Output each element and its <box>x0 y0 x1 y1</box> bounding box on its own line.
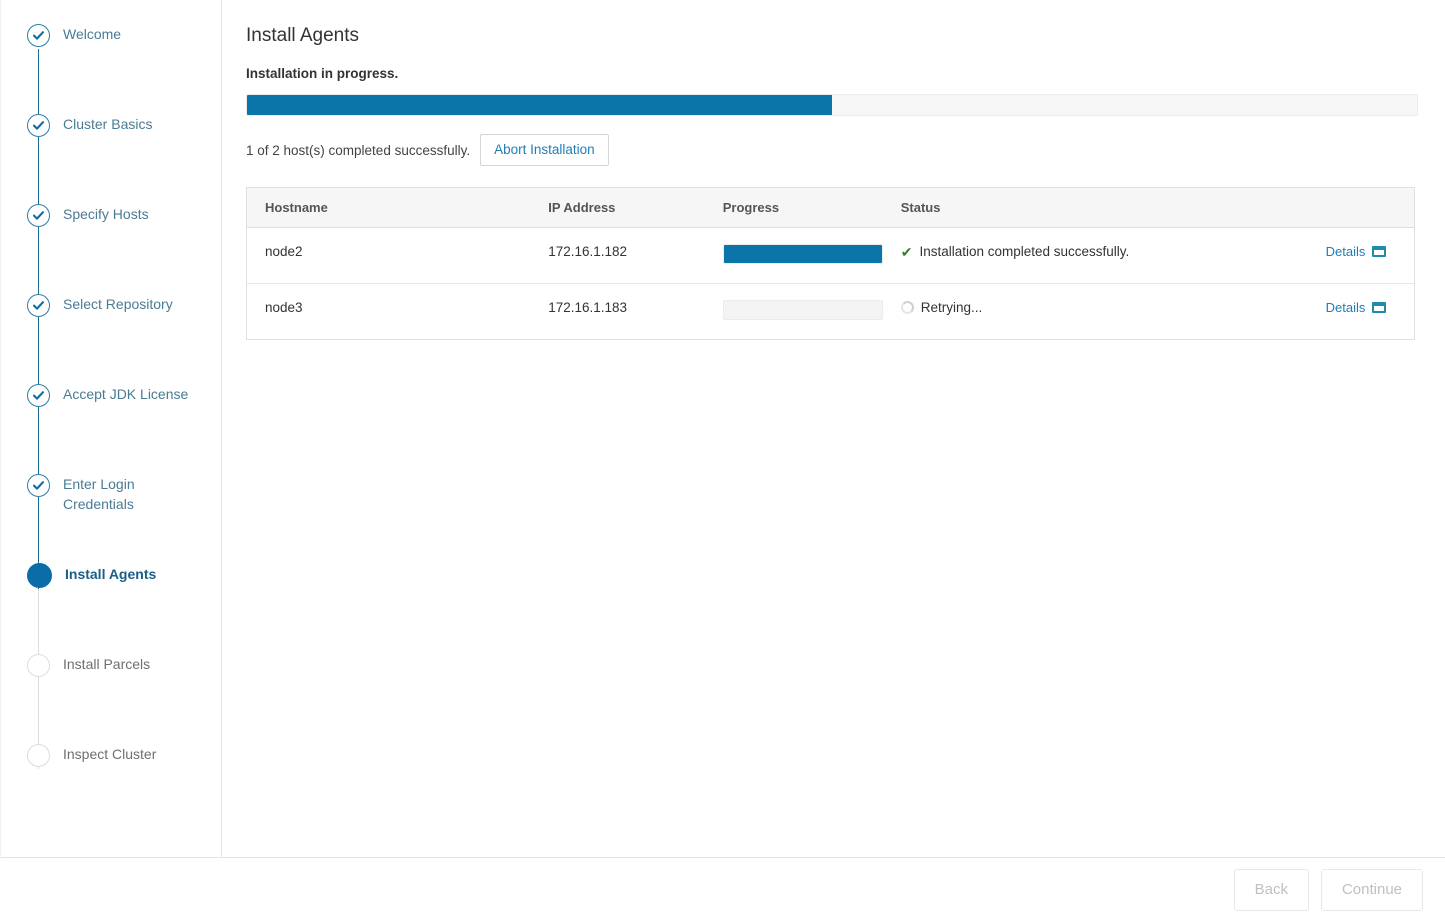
cell-ip-address: 172.16.1.183 <box>548 300 628 315</box>
overall-progress-fill <box>247 95 832 115</box>
row-progress-bar <box>722 300 883 320</box>
wizard-step-label: Cluster Basics <box>63 116 153 132</box>
page-title: Install Agents <box>246 25 360 46</box>
hosts-status-table: Hostname IP Address Progress Status node… <box>246 187 1415 340</box>
status-text: Retrying... <box>920 300 983 315</box>
details-link-label: Details <box>1325 244 1366 259</box>
cell-hostname: node2 <box>246 227 531 284</box>
continue-button[interactable]: Continue <box>1320 869 1423 911</box>
wizard-step-inspect-cluster[interactable]: Inspect Cluster <box>1 742 221 832</box>
step-complete-check-icon <box>27 384 50 407</box>
step-pending-circle-icon <box>27 744 50 767</box>
cell-status: Retrying... <box>883 284 1326 340</box>
table-row: node2 172.16.1.182 ✔ Installation completed… <box>246 227 1415 284</box>
hosts-table-body: node2 172.16.1.182 ✔ Installation completed… <box>246 227 1415 340</box>
step-complete-check-icon <box>27 24 50 47</box>
spinner-icon <box>900 301 914 314</box>
wizard-step-label: Welcome <box>63 26 122 42</box>
details-link[interactable]: Details <box>1326 244 1387 259</box>
wizard-step-label: Select Repository <box>63 296 173 312</box>
wizard-step-label: Specify Hosts <box>63 206 149 222</box>
back-button[interactable]: Back <box>1233 869 1309 911</box>
row-progress-fill <box>723 245 882 263</box>
status-badge: Retrying... <box>900 300 1326 315</box>
column-header-ip-address: IP Address <box>530 187 705 228</box>
wizard-step-accept-jdk-license[interactable]: Accept JDK License <box>1 382 221 499</box>
wizard-step-specify-hosts[interactable]: Specify Hosts <box>1 202 221 319</box>
step-complete-check-icon <box>27 114 50 137</box>
step-pending-circle-icon <box>27 654 50 677</box>
wizard-step-label: Enter Login Credentials <box>63 476 135 512</box>
installer-wizard-page: Welcome Cluster Basics Specify Hosts Select… <box>0 0 1445 921</box>
hosts-completed-text: 1 of 2 host(s) completed successfully. <box>246 142 471 158</box>
step-complete-check-icon <box>27 204 50 227</box>
open-window-icon <box>1372 302 1387 313</box>
step-current-dot-icon <box>27 563 52 588</box>
main-content-panel: Install Agents Installation in progress.… <box>222 0 1445 858</box>
details-link[interactable]: Details <box>1326 300 1387 315</box>
installation-status-heading: Installation in progress. <box>246 66 399 81</box>
wizard-step-enter-login-credentials[interactable]: Enter Login Credentials <box>1 472 221 589</box>
hosts-table-header: Hostname IP Address Progress Status <box>246 187 1415 228</box>
wizard-step-label: Inspect Cluster <box>63 746 157 762</box>
wizard-step-install-parcels[interactable]: Install Parcels <box>1 652 221 769</box>
wizard-step-sidebar: Welcome Cluster Basics Specify Hosts Select… <box>0 0 222 858</box>
cell-details: Details <box>1325 227 1415 284</box>
wizard-step-cluster-basics[interactable]: Cluster Basics <box>1 112 221 229</box>
status-text: Installation completed successfully. <box>919 244 1130 259</box>
row-progress-bar <box>722 244 883 264</box>
cell-hostname: node3 <box>265 300 303 315</box>
progress-summary-row: 1 of 2 host(s) completed successfully. A… <box>246 134 1421 166</box>
cell-details: Details <box>1326 284 1415 340</box>
abort-installation-button[interactable]: Abort Installation <box>480 134 609 166</box>
cell-progress <box>705 284 883 340</box>
wizard-step-select-repository[interactable]: Select Repository <box>1 292 221 409</box>
wizard-footer-bar: Back Continue <box>0 859 1445 921</box>
cell-progress <box>704 227 883 284</box>
wizard-step-welcome[interactable]: Welcome <box>1 22 221 139</box>
status-badge: ✔ Installation completed successfully. <box>901 244 1326 259</box>
column-header-hostname: Hostname <box>246 187 531 228</box>
step-complete-check-icon <box>27 294 50 317</box>
column-header-details <box>1325 187 1415 228</box>
hosts-table-header-row: Hostname IP Address Progress Status <box>246 187 1415 228</box>
cell-status: ✔ Installation completed successfully. <box>882 227 1326 284</box>
wizard-step-label: Install Parcels <box>63 656 151 672</box>
column-header-progress: Progress <box>704 187 883 228</box>
step-complete-check-icon <box>27 474 50 497</box>
table-row: node3 172.16.1.183 Retrying... Details <box>247 284 1415 340</box>
wizard-step-install-agents[interactable]: Install Agents <box>1 562 221 679</box>
overall-progress-bar <box>246 94 1418 116</box>
cell-ip-address: 172.16.1.182 <box>530 227 705 284</box>
check-icon: ✔ <box>900 243 913 260</box>
column-header-status: Status <box>882 187 1326 228</box>
details-link-label: Details <box>1325 300 1366 315</box>
open-window-icon <box>1372 246 1387 257</box>
wizard-step-label: Accept JDK License <box>63 386 189 402</box>
wizard-step-label: Install Agents <box>65 566 157 582</box>
